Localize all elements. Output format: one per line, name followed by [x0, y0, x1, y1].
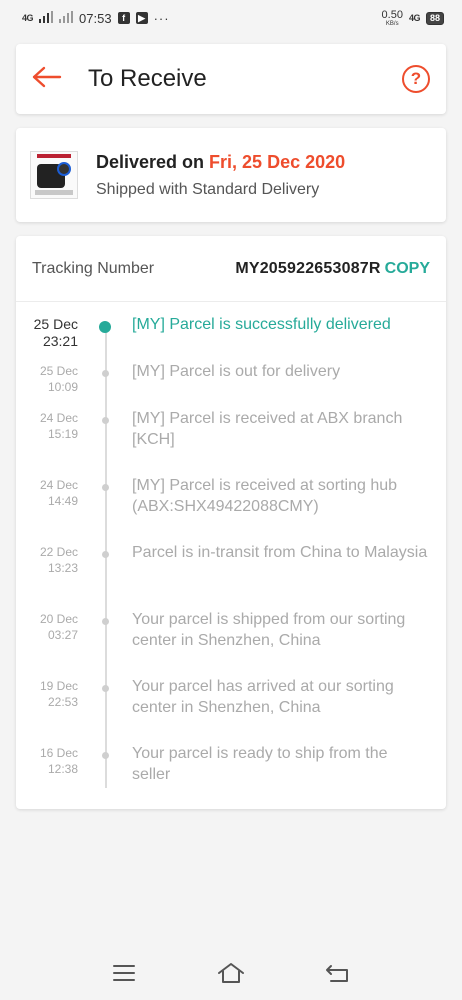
tracking-header: Tracking Number MY205922653087R COPY [16, 236, 446, 302]
facebook-icon: f [117, 12, 130, 24]
event-description: [MY] Parcel is received at ABX branch [K… [132, 410, 403, 448]
event-date: 24 Dec [39, 411, 78, 425]
event-datetime: 19 Dec 22:53 [16, 676, 78, 743]
event-time: 23:21 [42, 333, 78, 349]
tracking-number-label: Tracking Number [32, 259, 155, 277]
home-button[interactable] [216, 960, 246, 990]
question-circle-icon: ? [410, 69, 422, 88]
event-datetime: 20 Dec 03:27 [16, 609, 78, 676]
signal-bars-icon-2 [59, 10, 74, 26]
timeline-event: 25 Dec 10:09 [MY] Parcel is out for deliv… [16, 361, 446, 408]
back-button[interactable] [32, 64, 62, 94]
network-indicator-right: 4G [408, 13, 421, 23]
event-description: Your parcel has arrived at our sorting c… [132, 678, 394, 716]
event-datetime: 25 Dec 10:09 [16, 361, 78, 408]
event-date: 16 Dec [39, 746, 78, 760]
timeline-event: 24 Dec 15:19 [MY] Parcel is received at A… [16, 408, 446, 475]
help-button[interactable]: ? [402, 65, 430, 93]
event-datetime: 25 Dec 23:21 [16, 314, 78, 361]
battery-icon: 88 [425, 11, 444, 25]
status-left: 4G 07:53 f ▶ ··· [22, 10, 170, 26]
menu-icon [112, 964, 136, 987]
event-time: 22:53 [47, 695, 78, 709]
timeline-event: 22 Dec 13:23 Parcel is in-transit from Ch… [16, 542, 446, 609]
back-nav-icon [325, 963, 351, 988]
event-time: 15:19 [47, 427, 78, 441]
event-time: 13:23 [47, 561, 78, 575]
timeline-event: 20 Dec 03:27 Your parcel is shipped from … [16, 609, 446, 676]
event-description: [MY] Parcel is received at sorting hub (… [132, 477, 398, 515]
event-dot [102, 484, 109, 491]
clock: 07:53 [79, 10, 112, 26]
event-description: Your parcel is shipped from our sorting … [132, 611, 406, 649]
network-indicator-left: 4G [22, 13, 34, 23]
timeline-event: 19 Dec 22:53 Your parcel has arrived at o… [16, 676, 446, 743]
timeline-event: 16 Dec 12:38 Your parcel is ready to ship… [16, 743, 446, 789]
event-date: 25 Dec [39, 364, 78, 378]
event-dot [102, 417, 109, 424]
network-speed: 0.50 KB/s [381, 8, 403, 27]
event-dot [102, 752, 109, 759]
event-dot [102, 370, 109, 377]
event-datetime: 24 Dec 15:19 [16, 408, 78, 475]
event-time: 14:49 [47, 494, 78, 508]
copy-button[interactable]: COPY [385, 260, 430, 278]
youtube-icon: ▶ [135, 12, 148, 24]
delivered-status: Delivered on Fri, 25 Dec 2020 [96, 152, 345, 173]
network-speed-unit: KB/s [385, 20, 399, 27]
header-card: To Receive ? [16, 44, 446, 114]
home-icon [216, 961, 246, 990]
system-navigation-bar [0, 950, 462, 1000]
event-time: 03:27 [47, 628, 78, 642]
event-date: 24 Dec [39, 478, 78, 492]
delivered-date: Fri, 25 Dec 2020 [209, 151, 346, 172]
event-time: 10:09 [47, 380, 78, 394]
delivered-prefix: Delivered on [96, 151, 210, 172]
event-description: Parcel is in-transit from China to Malay… [132, 544, 428, 561]
shipping-method: Shipped with Standard Delivery [96, 180, 320, 198]
delivery-info: Delivered on Fri, 25 Dec 2020 Shipped wi… [96, 152, 345, 199]
tracking-card: Tracking Number MY205922653087R COPY 25 … [16, 236, 446, 809]
event-date: 20 Dec [39, 612, 78, 626]
recent-apps-button[interactable] [109, 960, 139, 990]
event-date: 22 Dec [39, 545, 78, 559]
status-right: 0.50 KB/s 4G 88 [381, 8, 444, 27]
event-datetime: 16 Dec 12:38 [16, 743, 78, 789]
network-speed-value: 0.50 [381, 8, 403, 21]
page-title: To Receive [88, 65, 207, 92]
product-thumbnail [30, 151, 78, 199]
tracking-timeline: 25 Dec 23:21 [MY] Parcel is successfully … [16, 302, 446, 789]
timeline-event: 24 Dec 14:49 [MY] Parcel is received at s… [16, 475, 446, 542]
event-date: 19 Dec [39, 679, 78, 693]
event-description: [MY] Parcel is successfully delivered [132, 316, 391, 333]
timeline-event: 25 Dec 23:21 [MY] Parcel is successfully … [16, 314, 446, 361]
signal-bars-icon [39, 10, 54, 26]
event-dot [102, 551, 109, 558]
event-date: 25 Dec [33, 316, 78, 332]
delivery-summary-card: Delivered on Fri, 25 Dec 2020 Shipped wi… [16, 128, 446, 222]
more-notifications-icon: ··· [153, 10, 170, 26]
event-dot-active [99, 321, 111, 333]
event-description: [MY] Parcel is out for delivery [132, 363, 341, 380]
event-description: Your parcel is ready to ship from the se… [132, 745, 388, 783]
event-datetime: 24 Dec 14:49 [16, 475, 78, 542]
event-dot [102, 618, 109, 625]
back-nav-button[interactable] [323, 960, 353, 990]
event-dot [102, 685, 109, 692]
event-datetime: 22 Dec 13:23 [16, 542, 78, 609]
arrow-left-icon [32, 66, 62, 93]
event-time: 12:38 [47, 762, 78, 776]
tracking-number: MY205922653087R [235, 259, 381, 277]
status-bar: 4G 07:53 f ▶ ··· 0.50 KB/s 4G 88 [0, 0, 462, 36]
